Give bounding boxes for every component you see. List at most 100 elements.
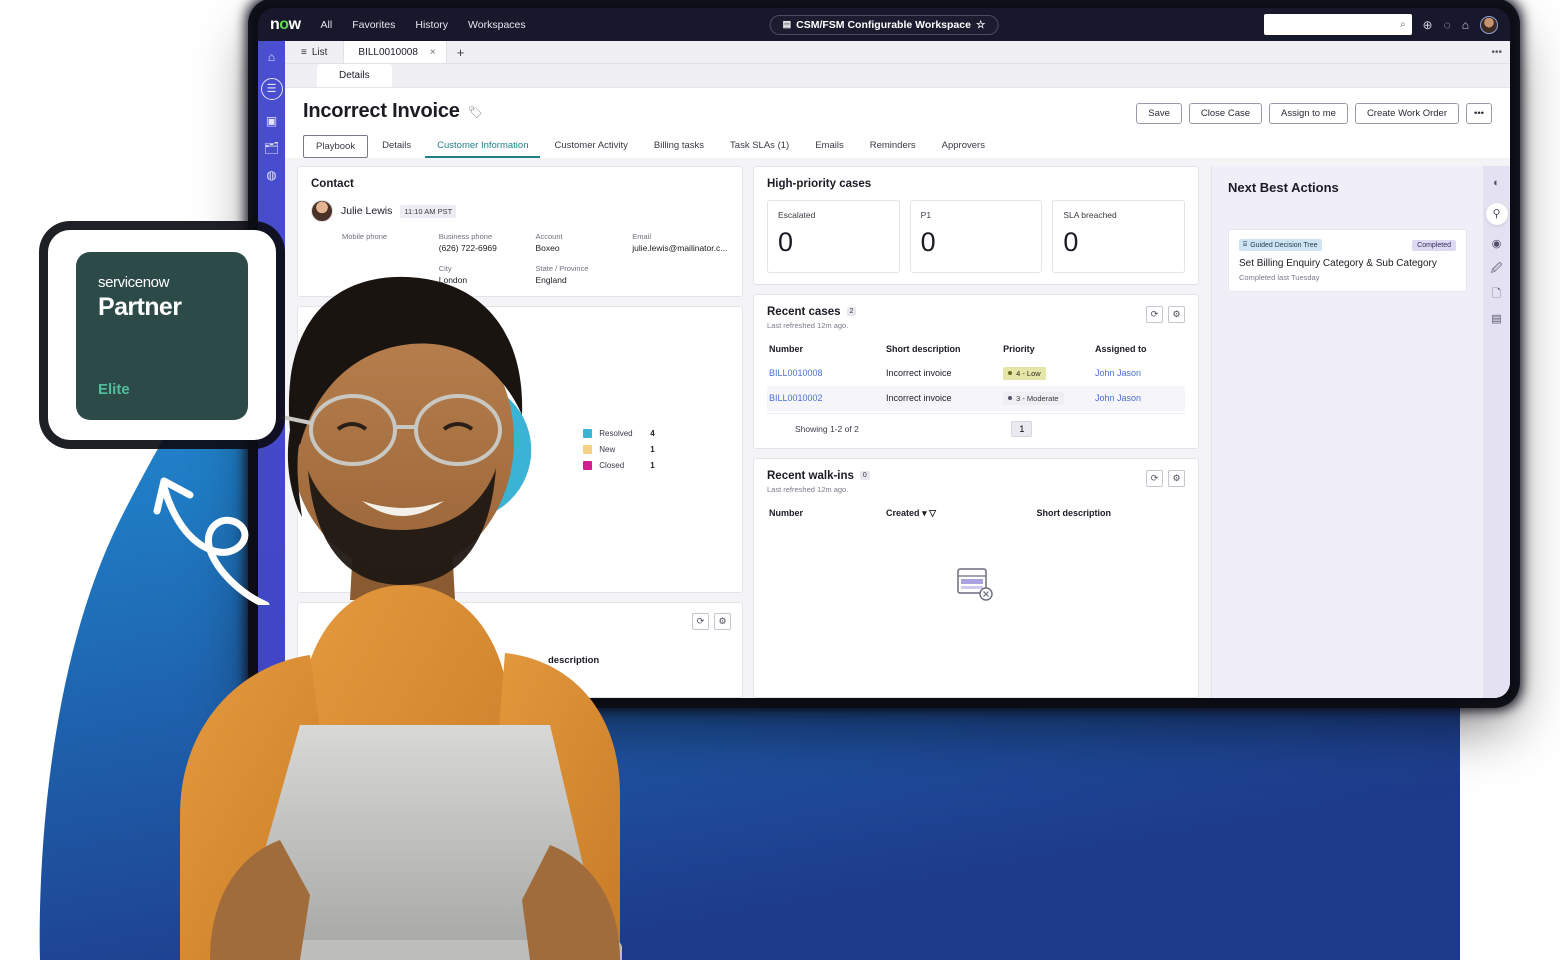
priority-badge: 4 - Low (1003, 366, 1046, 380)
table-row[interactable]: BILL0010008 Incorrect invoice 4 - Low Jo… (767, 361, 1185, 386)
field-account: Account Boxeo (535, 232, 563, 253)
nav-link-favorites[interactable]: Favorites (352, 19, 395, 31)
recent-walkins-refreshed: Last refreshed 12m ago. (767, 484, 849, 494)
list-icon[interactable]: ▤ (1491, 314, 1501, 325)
refresh-icon[interactable]: ⟳ (692, 613, 709, 630)
workspace-selector[interactable]: ▤ CSM/FSM Configurable Workspace ☆ (769, 14, 999, 35)
recent-walkins-count: 0 (859, 471, 870, 481)
tab-playbook[interactable]: Playbook (303, 135, 369, 158)
next-best-action-card[interactable]: ⌸ Guided Decision Tree Completed Set Bil… (1228, 229, 1467, 292)
nav-right-group: ⌕ ⊕ ◌ ⌂ (1263, 14, 1498, 35)
next-best-actions-panel: Next Best Actions ⌸ Guided Decision Tree… (1211, 166, 1483, 698)
settings-icon[interactable]: ⚙ (714, 613, 731, 630)
globe-icon[interactable]: ⊕ (1423, 19, 1433, 31)
tab-list[interactable]: ≡ List (285, 41, 343, 63)
tile-p1[interactable]: P1 0 (909, 200, 1043, 273)
tab-billing-tasks[interactable]: Billing tasks (642, 135, 716, 158)
header-actions: Save Close Case Assign to me Create Work… (1136, 100, 1492, 124)
cell-assigned-to[interactable]: John Jason (1093, 361, 1185, 386)
lightbulb-icon[interactable]: ⚲ (1485, 203, 1508, 225)
col-number[interactable]: Number (767, 340, 884, 361)
pagination-summary: Showing 1-2 of 2 (795, 423, 859, 434)
tab-task-slas[interactable]: Task SLAs (1) (718, 135, 801, 158)
partner-badge-tier: Elite (98, 381, 130, 398)
inbox-icon[interactable]: 🗂 (264, 142, 279, 154)
tab-details-record[interactable]: Details (370, 135, 423, 158)
recent-cases-pagination: Showing 1-2 of 2 1 (767, 412, 1185, 437)
refresh-icon[interactable]: ⟳ (1146, 469, 1163, 487)
settings-icon[interactable]: ⚙ (1168, 469, 1185, 487)
col-created[interactable]: Created ▾ ▽ (884, 504, 1034, 526)
tab-customer-activity[interactable]: Customer Activity (542, 135, 639, 158)
contact-person: Julie Lewis 11:10 AM PST (311, 200, 729, 222)
pointer-arrow-icon (153, 477, 270, 605)
attachment-icon[interactable]: 🖉 (1491, 264, 1503, 275)
tile-escalated[interactable]: Escalated 0 (767, 200, 900, 273)
knowledge-icon[interactable]: ◉ (1492, 239, 1502, 250)
global-search[interactable]: ⌕ (1263, 14, 1412, 35)
menu-icon[interactable]: ☰ (260, 78, 283, 100)
workspace-icon: ▤ (782, 19, 792, 29)
recent-cases-refreshed: Last refreshed 12m ago. (767, 320, 849, 330)
decision-tree-icon: ⌸ (1243, 241, 1248, 248)
cell-number[interactable]: BILL0010008 (767, 361, 884, 386)
recent-cases-count: 2 (846, 307, 857, 317)
favorite-star-icon[interactable]: ☆ (976, 19, 985, 31)
filter-icon[interactable]: ▽ (929, 508, 936, 518)
tab-list-label: List (311, 46, 328, 58)
nba-card-title: Set Billing Enquiry Category & Sub Categ… (1239, 258, 1437, 269)
search-icon[interactable]: ⌕ (1400, 19, 1406, 30)
tab-details[interactable]: Details (317, 64, 392, 87)
tab-overflow-icon[interactable]: ••• (1483, 41, 1510, 63)
panel-icon[interactable]: ▣ (266, 115, 277, 127)
col-short-description[interactable]: Short description (1035, 504, 1186, 526)
table-row[interactable]: BILL0010002 Incorrect invoice 3 - Modera… (767, 385, 1185, 411)
new-tab-button[interactable]: + (447, 41, 475, 63)
sort-desc-icon[interactable]: ▾ (922, 508, 927, 518)
contact-avatar[interactable] (311, 200, 333, 222)
tag-icon[interactable]: 🏷 (468, 105, 483, 119)
nav-link-workspaces[interactable]: Workspaces (468, 19, 526, 31)
contact-card-title: Contact (311, 178, 354, 190)
help-icon[interactable]: ◌ (1444, 19, 1451, 31)
col-priority[interactable]: Priority (1001, 340, 1093, 361)
tab-approvers[interactable]: Approvers (930, 135, 997, 158)
top-navigation-bar: now All Favorites History Workspaces ▤ C… (258, 8, 1510, 41)
servicenow-logo[interactable]: now (270, 16, 301, 34)
refresh-icon[interactable]: ⟳ (1146, 305, 1163, 323)
priority-dot-icon (1008, 396, 1013, 401)
pagination-page-1[interactable]: 1 (1011, 420, 1033, 437)
bell-icon[interactable]: ⌂ (1462, 19, 1469, 31)
create-work-order-button[interactable]: Create Work Order (1354, 103, 1460, 124)
agent-icon[interactable]: ◍ (266, 169, 276, 181)
search-input[interactable] (1269, 19, 1395, 30)
col-assigned-to[interactable]: Assigned to (1093, 340, 1185, 361)
home-icon[interactable]: ⌂ (268, 51, 275, 63)
tab-emails[interactable]: Emails (803, 135, 856, 158)
settings-icon[interactable]: ⚙ (1168, 305, 1185, 323)
close-case-button[interactable]: Close Case (1188, 103, 1263, 124)
save-button[interactable]: Save (1136, 103, 1182, 124)
tile-sla-breached[interactable]: SLA breached 0 (1052, 200, 1186, 273)
header-row: Incorrect Invoice 🏷 Save Close Case Assi… (303, 100, 1492, 124)
cell-number[interactable]: BILL0010002 (767, 385, 885, 411)
nba-card-badges: ⌸ Guided Decision Tree Completed (1239, 239, 1456, 251)
document-icon[interactable]: 🗋 (1492, 289, 1501, 300)
recent-walkins-header: Recent walk-ins 0 Last refreshed 12m ago… (767, 469, 1185, 494)
assign-to-me-button[interactable]: Assign to me (1269, 103, 1348, 124)
list-icon: ≡ (301, 46, 307, 58)
contact-name[interactable]: Julie Lewis (341, 205, 392, 217)
nav-link-history[interactable]: History (415, 19, 448, 31)
more-actions-button[interactable]: ••• (1466, 103, 1492, 124)
col-short-description[interactable]: Short description (884, 340, 1001, 361)
activity-icon[interactable]: ◐ (1493, 178, 1500, 189)
col-number[interactable]: Number (767, 504, 884, 526)
avatar[interactable] (1480, 15, 1498, 34)
page-header: Incorrect Invoice 🏷 Save Close Case Assi… (285, 88, 1510, 158)
nav-link-all[interactable]: All (321, 19, 333, 31)
cell-assigned-to[interactable]: John Jason (1093, 385, 1185, 411)
tab-record[interactable]: BILL0010008 × (343, 41, 447, 63)
tab-customer-information[interactable]: Customer Information (425, 135, 541, 158)
close-icon[interactable]: × (430, 47, 436, 58)
tab-reminders[interactable]: Reminders (858, 135, 928, 158)
